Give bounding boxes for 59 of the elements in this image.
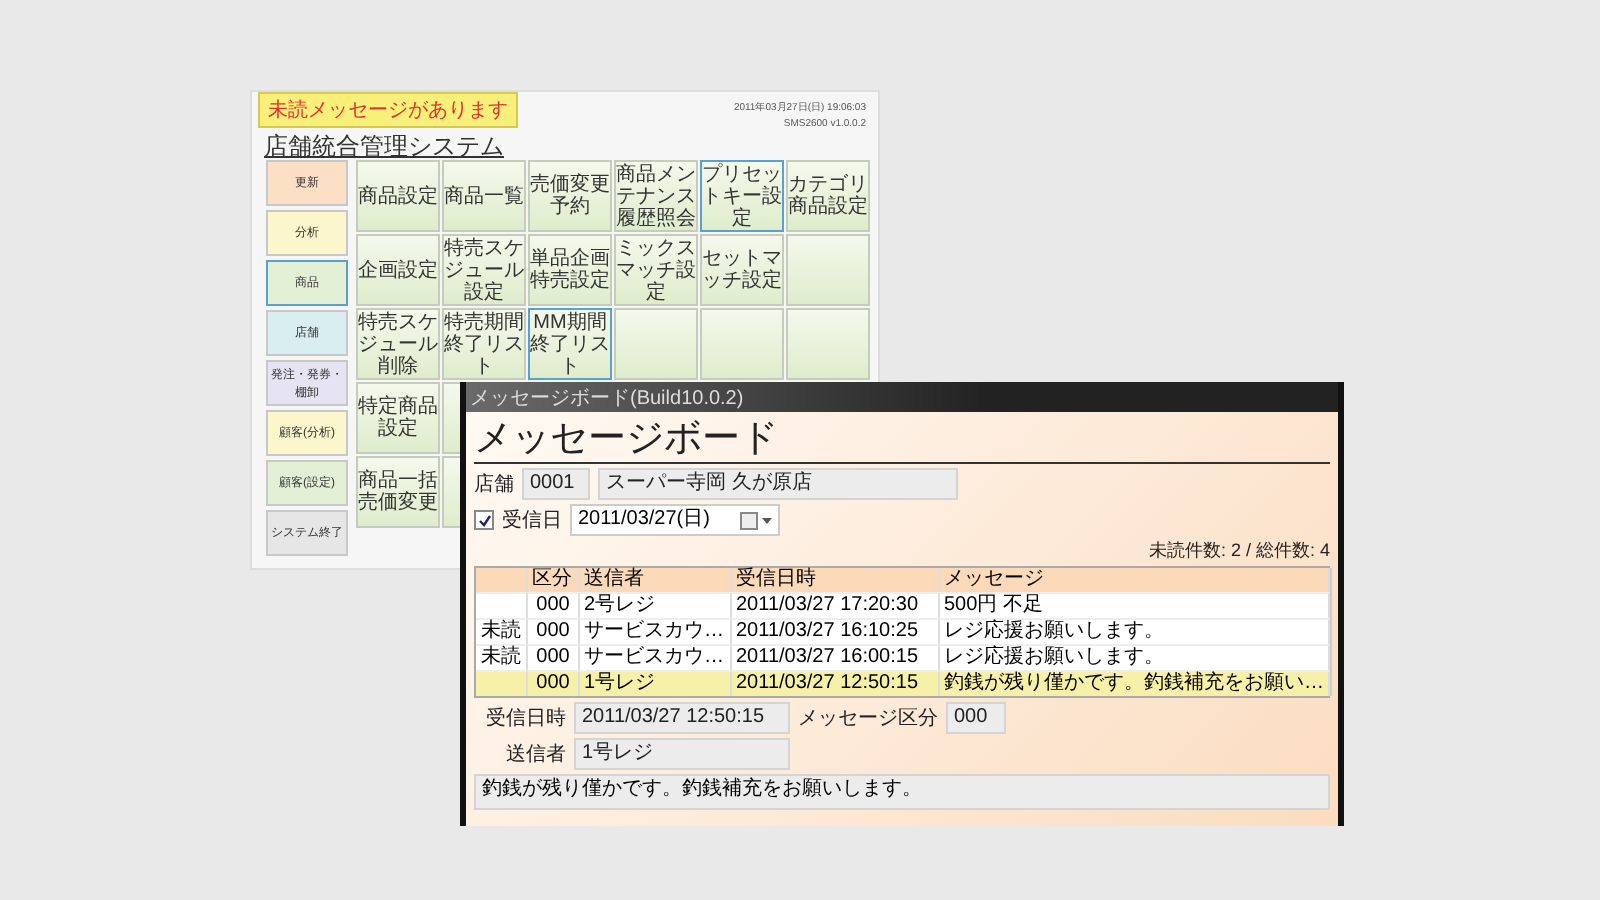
function-tile[interactable]: 企画設定 — [356, 234, 440, 306]
unread-notice: 未読メッセージがあります — [258, 92, 518, 128]
table-cell: 000 — [528, 644, 580, 670]
table-cell: レジ応援お願いします。 — [940, 644, 1330, 670]
date-label: 受信日 — [502, 507, 562, 534]
page-heading: メッセージボード — [474, 414, 1330, 464]
message-counts: 未読件数: 2 / 総件数: 4 — [1148, 540, 1330, 562]
received-label: 受信日時 — [486, 705, 566, 732]
table-cell: 2011/03/27 16:00:15 — [732, 644, 940, 670]
column-header: メッセージ — [940, 568, 1330, 592]
sender-label: 送信者 — [506, 741, 566, 768]
column-header — [476, 568, 528, 592]
sender-field[interactable]: 1号レジ — [574, 738, 790, 770]
table-cell: 000 — [528, 618, 580, 644]
function-tile[interactable]: ミックスマッチ設定 — [614, 234, 698, 306]
received-field[interactable]: 2011/03/27 12:50:15 — [574, 702, 790, 734]
store-label: 店舗 — [474, 471, 514, 498]
function-tile[interactable]: カテゴリ商品設定 — [786, 160, 870, 232]
function-tile[interactable]: 特売スケジュール設定 — [442, 234, 526, 306]
function-tile[interactable]: 単品企画特売設定 — [528, 234, 612, 306]
message-body-field[interactable]: 釣銭が残り僅かです。釣銭補充をお願いします。 — [474, 774, 1330, 810]
table-cell: 500円 不足 — [940, 592, 1330, 618]
table-cell: 釣銭が残り僅かです。釣銭補充をお願い… — [940, 670, 1330, 696]
table-cell: 1号レジ — [580, 670, 732, 696]
table-cell: 000 — [528, 670, 580, 696]
app-title: 店舗統合管理システム — [264, 130, 506, 164]
category-label: メッセージ区分 — [798, 706, 938, 732]
function-tile[interactable]: 特定商品設定 — [356, 382, 440, 454]
window-title: メッセージボード(Build10.0.2) — [466, 382, 1338, 412]
column-header: 区分 — [528, 568, 580, 592]
table-cell: 2011/03/27 17:20:30 — [732, 592, 940, 618]
date-picker[interactable]: 2011/03/27(日) — [570, 504, 780, 536]
function-tile[interactable]: セットマッチ設定 — [700, 234, 784, 306]
table-cell: サービスカウ… — [580, 618, 732, 644]
function-tile[interactable]: 特売スケジュール削除 — [356, 308, 440, 380]
calendar-dropdown-icon[interactable] — [740, 511, 772, 529]
table-cell: 2号レジ — [580, 592, 732, 618]
function-tile[interactable]: 商品一覧 — [442, 160, 526, 232]
table-cell: 2011/03/27 12:50:15 — [732, 670, 940, 696]
column-header: 受信日時 — [732, 568, 940, 592]
function-tile[interactable]: 商品一括売価変更 — [356, 456, 440, 528]
function-tile[interactable]: 商品設定 — [356, 160, 440, 232]
store-name-field[interactable]: スーパー寺岡 久が原店 — [598, 468, 958, 500]
table-cell: 未読 — [476, 644, 528, 670]
column-header: 送信者 — [580, 568, 732, 592]
function-tile[interactable]: プリセットキー設定 — [700, 160, 784, 232]
table-cell: サービスカウ… — [580, 644, 732, 670]
table-cell: 000 — [528, 592, 580, 618]
function-tile[interactable]: MM期間終了リスト — [528, 308, 612, 380]
scrollbar[interactable] — [1330, 568, 1332, 696]
table-cell: 未読 — [476, 618, 528, 644]
store-code-field[interactable]: 0001 — [522, 468, 590, 500]
table-cell: レジ応援お願いします。 — [940, 618, 1330, 644]
function-tile[interactable]: 特売期間終了リスト — [442, 308, 526, 380]
function-tile[interactable]: 商品メンテナンス履歴照会 — [614, 160, 698, 232]
function-tile[interactable]: 売価変更予約 — [528, 160, 612, 232]
category-field[interactable]: 000 — [946, 702, 1006, 734]
table-cell: 2011/03/27 16:10:25 — [732, 618, 940, 644]
date-checkbox[interactable] — [474, 510, 494, 530]
